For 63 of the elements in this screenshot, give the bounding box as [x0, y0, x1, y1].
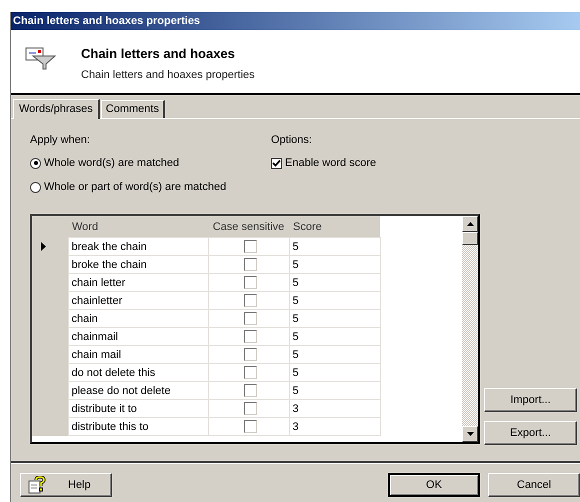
- scroll-thumb[interactable]: [462, 232, 478, 245]
- dialog-button[interactable]: Cancel: [488, 473, 580, 497]
- table-cell: 5: [289, 274, 380, 292]
- table-cell: chainmail: [68, 328, 208, 346]
- tab[interactable]: Words/phrases: [13, 99, 100, 119]
- checkbox[interactable]: [244, 294, 256, 307]
- radio-label: Whole word(s) are matched: [44, 157, 180, 169]
- table-cell: 5: [289, 310, 380, 328]
- table-cell: 3: [289, 418, 380, 436]
- column-header[interactable]: Case sensitive: [208, 216, 289, 238]
- scrollbar[interactable]: [462, 216, 478, 442]
- checkbox[interactable]: [244, 312, 256, 325]
- column-header[interactable]: Score: [289, 216, 380, 238]
- tab[interactable]: Comments: [100, 100, 165, 118]
- group-label: Apply when:: [30, 134, 91, 148]
- help-icon: [28, 476, 46, 494]
- up-arrow-icon: [466, 222, 474, 226]
- current-row-icon: [41, 242, 46, 251]
- radio-label: Whole or part of word(s) are matched: [44, 181, 226, 193]
- checkbox[interactable]: [244, 240, 256, 253]
- checkbox[interactable]: [244, 276, 256, 289]
- table-cell: distribute it to: [68, 400, 208, 418]
- table-cell: please do not delete: [68, 382, 208, 400]
- side-button[interactable]: Import...: [484, 388, 577, 412]
- table-cell: chain mail: [68, 346, 208, 364]
- group-label: Options:: [271, 134, 313, 148]
- radio-button[interactable]: [30, 158, 41, 168]
- table-cell: 3: [289, 400, 380, 418]
- table-cell: chain: [68, 310, 208, 328]
- table-cell: 5: [289, 382, 380, 400]
- help-button[interactable]: Help: [20, 473, 112, 497]
- header-title: Chain letters and hoaxes: [81, 46, 236, 61]
- table-cell: distribute this to: [68, 418, 208, 436]
- table-cell: 5: [289, 328, 380, 346]
- table-cell: 5: [289, 238, 380, 256]
- table-cell: 5: [289, 346, 380, 364]
- table-cell: 5: [289, 292, 380, 310]
- checkbox-label: Enable word score: [285, 157, 376, 169]
- checkbox[interactable]: [244, 330, 256, 343]
- dialog-button[interactable]: OK: [388, 473, 480, 497]
- radio-button[interactable]: [30, 182, 41, 192]
- scroll-down-button[interactable]: [462, 426, 478, 442]
- table-cell: 5: [289, 256, 380, 274]
- window-title: Chain letters and hoaxes properties: [11, 12, 580, 30]
- checkbox[interactable]: [244, 384, 256, 397]
- checkbox[interactable]: [244, 402, 256, 415]
- table-cell: broke the chain: [68, 256, 208, 274]
- header-subtitle: Chain letters and hoaxes properties: [81, 69, 255, 81]
- side-button[interactable]: Export...: [484, 421, 577, 445]
- checkbox[interactable]: [244, 258, 256, 271]
- checkbox[interactable]: [244, 366, 256, 379]
- down-arrow-icon: [466, 432, 474, 436]
- table-cell: chain letter: [68, 274, 208, 292]
- envelope-filter-icon: [25, 47, 57, 71]
- checkbox[interactable]: [244, 348, 256, 361]
- table-cell: do not delete this: [68, 364, 208, 382]
- table-cell: break the chain: [68, 238, 208, 256]
- table-cell: chainletter: [68, 292, 208, 310]
- column-header[interactable]: Word: [68, 216, 208, 238]
- scroll-up-button[interactable]: [462, 216, 478, 232]
- checkbox[interactable]: [244, 420, 256, 433]
- checkbox[interactable]: [271, 158, 282, 168]
- table-cell: 5: [289, 364, 380, 382]
